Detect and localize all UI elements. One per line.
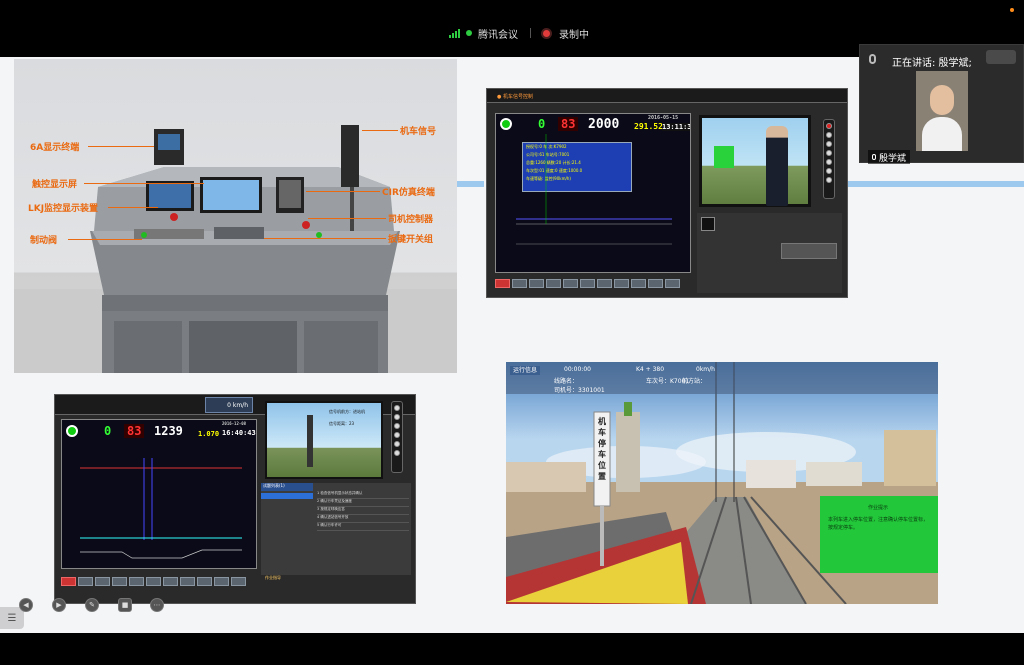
- task-area-top: [697, 213, 842, 293]
- sim-driver-no: 司机号：3301001: [554, 387, 605, 394]
- instructor-figure: [766, 126, 788, 206]
- task-hint-popup[interactable]: 作业提示 本列车进入停车位置，注意确认停车位置标，按规定停车。: [820, 496, 938, 573]
- sim-km: K4 + 380: [636, 366, 665, 373]
- console-render-image: 6A显示终端 触控显示屏 LKJ监控显示装置 制动阀 机车信号 CIR仿真终端 …: [14, 59, 457, 373]
- speed-curve: [516, 134, 672, 245]
- loco-signal-lamps-top: [823, 119, 835, 199]
- mic-small-icon: [872, 154, 876, 160]
- speaker-video-panel[interactable]: 正在讲话: 殷学斌; 殷学斌: [859, 44, 1024, 164]
- loco-signal-lamps-bottom: [391, 401, 403, 473]
- mic-icon: [869, 54, 876, 64]
- lkj-training-screen-top: ● 机车信号控制 0 83 2000 291.524 2016-05-15 13…: [486, 88, 848, 298]
- label-driver-controller: 司机控制器: [388, 215, 434, 225]
- slide-list-tab[interactable]: ☰: [0, 607, 24, 629]
- lkj-training-screen-bottom: 0 km/h 0 83 1239 2016-12-08 1.070 16:40:…: [54, 394, 416, 604]
- popup-title: 作业提示: [868, 505, 889, 511]
- play-icon[interactable]: ▶: [52, 598, 66, 612]
- key-red-1[interactable]: [495, 279, 510, 288]
- accent-line-right: [848, 181, 1024, 187]
- label-toggle-switches: 扳键开关组: [388, 235, 434, 245]
- label-touch-screen: 触控显示屏: [32, 180, 78, 190]
- station-plate-text: 机车停车位置: [598, 417, 606, 481]
- function-keys-top-1: [495, 279, 680, 288]
- speaker-video: [916, 71, 968, 151]
- sim-time: 00:00:00: [564, 366, 591, 373]
- task-list-title: 试题列表(1): [261, 483, 313, 491]
- task-steps: 1 检查信号机显示状态并确认 2 确认行车凭证及速度 3 按规定呼唤应答 4 确…: [317, 491, 409, 531]
- task-list-panel: 试题列表(1) 1 检查信号机显示状态并确认 2 确认行车凭证及速度 3 按规定…: [261, 483, 411, 583]
- app-name: 腾讯会议: [478, 29, 518, 41]
- prev-slide-icon[interactable]: ◀: [19, 598, 33, 612]
- speed-readout-box: 0 km/h: [205, 397, 253, 413]
- camera-icon[interactable]: ■: [118, 598, 132, 612]
- speaker-name: 殷学斌: [879, 153, 907, 164]
- function-keys-bottom-1: [61, 577, 246, 586]
- video-instructor: [699, 115, 811, 207]
- run-info-label: 运行信息: [510, 366, 541, 375]
- connection-dot-icon: [466, 30, 472, 36]
- pen-icon[interactable]: ✎: [85, 598, 99, 612]
- meeting-status[interactable]: 腾讯会议 录制中: [449, 25, 589, 41]
- signal-strength-icon: [449, 28, 460, 38]
- sim-speed: 0km/h: [696, 366, 715, 373]
- green-flag: [714, 146, 734, 168]
- task-footer: 作业指导: [265, 575, 281, 580]
- label-cir-terminal: CIR仿真终端: [382, 188, 435, 198]
- more-icon[interactable]: ⋯: [150, 598, 164, 612]
- label-loco-signal: 机车信号: [400, 127, 437, 137]
- signal-caption-2: 信号距离：23: [329, 421, 355, 426]
- meeting-bottom-bar: [0, 633, 1024, 665]
- sim-line-name: 线路名：: [554, 378, 579, 385]
- lkj-monitor-top: 0 83 2000 291.524 2016-05-15 13:11:38 授权…: [495, 113, 691, 273]
- task-item-active[interactable]: [261, 493, 313, 499]
- recording-label[interactable]: 录制中: [559, 26, 589, 41]
- accent-line-left: [457, 181, 484, 187]
- lkj-monitor-bottom: 0 83 1239 2016-12-08 1.070 16:40:43: [61, 419, 257, 569]
- speaker-name-tag: 殷学斌: [868, 150, 911, 164]
- popup-body: 本列车进入停车位置，注意确认停车位置标，按规定停车。: [828, 517, 929, 531]
- signal-caption-1: 信号机前方：进站机: [329, 409, 365, 414]
- speaking-indicator: 正在讲话: 殷学斌;: [892, 58, 972, 69]
- recording-icon: [543, 29, 550, 37]
- label-brake-valve: 制动阀: [30, 236, 58, 246]
- label-lkj-display: LKJ监控显示装置: [28, 204, 99, 214]
- sim-info-bar: 运行信息 00:00:00 K4 + 380 0km/h 线路名： 车次号：K7…: [506, 362, 938, 394]
- video-signal-post: 信号机前方：进站机 信号距离：23: [265, 401, 383, 479]
- sim-station: 前方站：: [682, 378, 707, 385]
- grid-view-icon[interactable]: [986, 50, 1016, 64]
- notification-dot: [1010, 8, 1014, 12]
- curve-bottom: [80, 458, 242, 559]
- label-6a-display: 6A显示终端: [30, 143, 80, 153]
